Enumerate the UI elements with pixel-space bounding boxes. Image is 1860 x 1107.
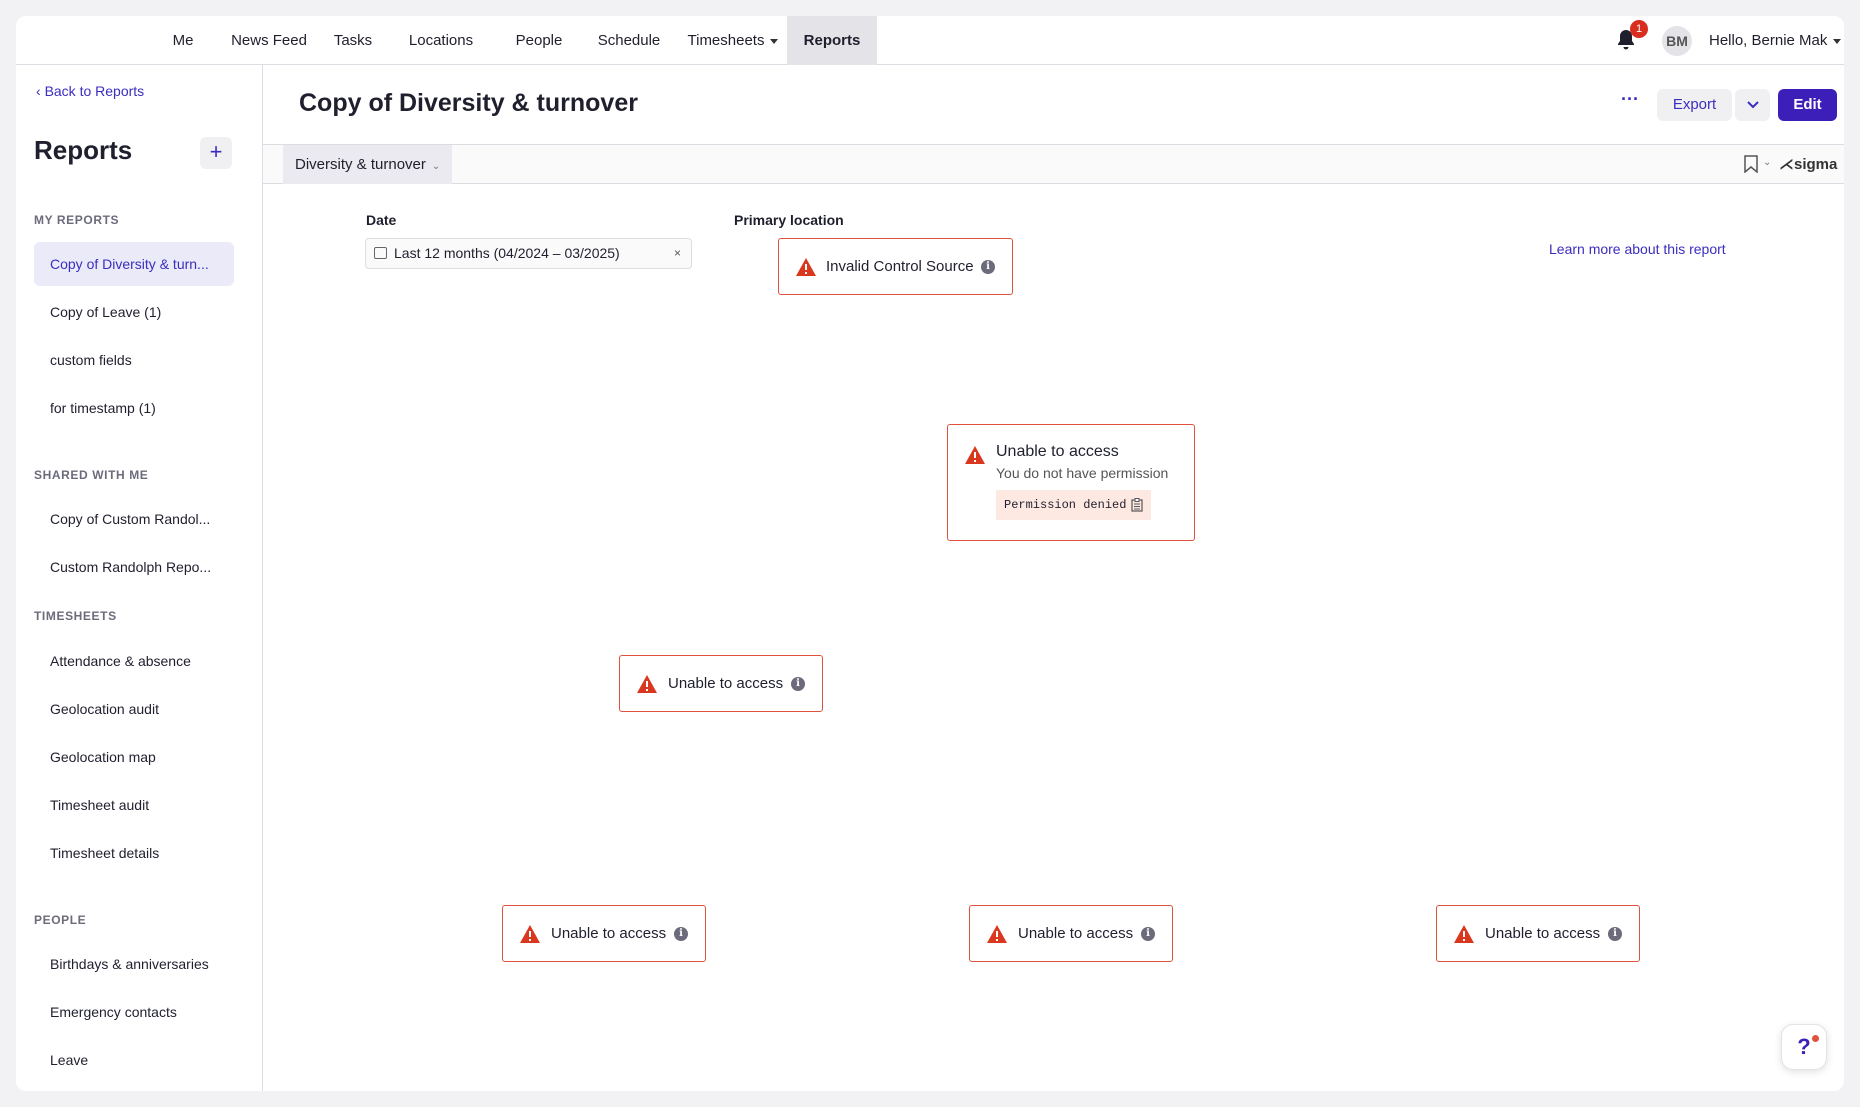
nav-news-feed[interactable]: News Feed bbox=[219, 16, 319, 65]
sidebar-item-copy-diversity[interactable]: Copy of Diversity & turn... bbox=[34, 242, 234, 286]
notification-badge: 1 bbox=[1630, 20, 1648, 38]
error-text: Invalid Control Source bbox=[826, 258, 974, 275]
sidebar-item-emergency-contacts[interactable]: Emergency contacts bbox=[34, 990, 234, 1034]
permission-denied-code: Permission denied bbox=[996, 490, 1151, 520]
chevron-down-icon: ⌄ bbox=[431, 161, 441, 172]
warning-icon bbox=[987, 925, 1007, 943]
warning-icon bbox=[796, 258, 816, 276]
clipboard-icon[interactable] bbox=[1131, 498, 1143, 512]
avatar[interactable]: BM bbox=[1662, 26, 1692, 56]
warning-icon bbox=[1454, 925, 1474, 943]
chevron-down-icon bbox=[1746, 101, 1759, 109]
date-control-label: Date bbox=[366, 212, 397, 228]
export-button[interactable]: Export bbox=[1657, 89, 1732, 121]
section-shared-with-me: SHARED WITH ME bbox=[34, 468, 149, 482]
date-range-input[interactable]: Last 12 months (04/2024 – 03/2025) × bbox=[365, 238, 692, 269]
nav-timesheets[interactable]: Timesheets bbox=[678, 16, 788, 65]
error-text: Unable to access bbox=[668, 675, 784, 692]
sidebar-item-attendance[interactable]: Attendance & absence bbox=[34, 639, 234, 683]
location-control-label: Primary location bbox=[734, 212, 844, 228]
help-button[interactable]: ? bbox=[1781, 1024, 1827, 1070]
error-text: Unable to access bbox=[1018, 925, 1134, 942]
warning-icon bbox=[637, 675, 657, 693]
app-window: Me News Feed Tasks Locations People Sche… bbox=[16, 16, 1844, 1091]
nav-tasks[interactable]: Tasks bbox=[323, 16, 383, 65]
edit-button[interactable]: Edit bbox=[1778, 89, 1837, 121]
sidebar-item-custom-fields[interactable]: custom fields bbox=[34, 338, 234, 382]
nav-me[interactable]: Me bbox=[153, 16, 213, 65]
sigma-logo: ⋌sigma bbox=[1779, 156, 1838, 173]
info-icon[interactable]: i bbox=[1608, 927, 1622, 941]
sidebar-item-birthdays[interactable]: Birthdays & anniversaries bbox=[34, 942, 234, 986]
chevron-down-icon bbox=[770, 38, 779, 44]
unable-access-error: Unable to access i bbox=[1436, 905, 1640, 962]
add-report-button[interactable]: + bbox=[200, 137, 232, 169]
permission-error-card: Unable to access You do not have permiss… bbox=[947, 424, 1195, 541]
sidebar-item-copy-custom-randolph[interactable]: Copy of Custom Randol... bbox=[34, 497, 234, 541]
report-main: Copy of Diversity & turnover ··· Export … bbox=[263, 65, 1844, 1091]
section-timesheets: TIMESHEETS bbox=[34, 609, 117, 623]
tab-diversity-turnover[interactable]: Diversity & turnover ⌄ bbox=[283, 145, 453, 184]
unable-access-error: Unable to access i bbox=[502, 905, 706, 962]
report-tab-bar: Diversity & turnover ⌄ ⌄ ⋌sigma bbox=[263, 144, 1844, 184]
more-options-button[interactable]: ··· bbox=[1615, 87, 1645, 117]
top-navigation: Me News Feed Tasks Locations People Sche… bbox=[16, 16, 1844, 65]
warning-icon bbox=[520, 925, 540, 943]
error-subtitle: You do not have permission bbox=[996, 465, 1169, 481]
help-notification-dot bbox=[1812, 1035, 1819, 1042]
sidebar-item-custom-randolph[interactable]: Custom Randolph Repo... bbox=[34, 545, 234, 589]
sidebar-title: Reports bbox=[34, 135, 133, 165]
calendar-icon bbox=[374, 247, 387, 259]
chevron-down-icon[interactable]: ⌄ bbox=[1763, 157, 1771, 168]
sidebar-item-geolocation-audit[interactable]: Geolocation audit bbox=[34, 687, 234, 731]
unable-access-error: Unable to access i bbox=[619, 655, 823, 712]
section-my-reports: MY REPORTS bbox=[34, 213, 120, 227]
nav-locations[interactable]: Locations bbox=[396, 16, 486, 65]
info-icon[interactable]: i bbox=[981, 260, 995, 274]
info-icon[interactable]: i bbox=[1141, 927, 1155, 941]
user-menu[interactable]: Hello, Bernie Mak bbox=[1709, 16, 1842, 65]
warning-icon bbox=[965, 446, 985, 464]
error-title: Unable to access bbox=[996, 443, 1119, 460]
unable-access-error: Unable to access i bbox=[969, 905, 1173, 962]
reports-sidebar: ‹ Back to Reports Reports + MY REPORTS C… bbox=[16, 65, 263, 1091]
back-to-reports-link[interactable]: ‹ Back to Reports bbox=[36, 83, 144, 99]
bookmark-icon[interactable] bbox=[1744, 155, 1758, 173]
info-icon[interactable]: i bbox=[791, 677, 805, 691]
page-title: Copy of Diversity & turnover bbox=[299, 89, 638, 117]
section-people: PEOPLE bbox=[34, 913, 87, 927]
sidebar-item-copy-leave[interactable]: Copy of Leave (1) bbox=[34, 290, 234, 334]
clear-date-button[interactable]: × bbox=[674, 239, 681, 268]
sidebar-item-leave[interactable]: Leave bbox=[34, 1038, 234, 1082]
sidebar-item-timesheet-details[interactable]: Timesheet details bbox=[34, 831, 234, 875]
error-text: Unable to access bbox=[1485, 925, 1601, 942]
nav-timesheets-label: Timesheets bbox=[687, 32, 765, 49]
info-icon[interactable]: i bbox=[674, 927, 688, 941]
export-dropdown-button[interactable] bbox=[1735, 89, 1770, 121]
chevron-down-icon bbox=[1833, 38, 1842, 44]
greeting-text: Hello, Bernie Mak bbox=[1709, 32, 1828, 49]
nav-reports[interactable]: Reports bbox=[787, 16, 877, 65]
nav-schedule[interactable]: Schedule bbox=[584, 16, 674, 65]
nav-people[interactable]: People bbox=[496, 16, 582, 65]
chevron-left-icon: ‹ bbox=[36, 83, 45, 99]
sidebar-item-timesheet-audit[interactable]: Timesheet audit bbox=[34, 783, 234, 827]
sigma-mark-icon: ⋌ bbox=[1779, 156, 1794, 173]
sidebar-item-geolocation-map[interactable]: Geolocation map bbox=[34, 735, 234, 779]
sidebar-item-for-timestamp[interactable]: for timestamp (1) bbox=[34, 386, 234, 430]
learn-more-link[interactable]: Learn more about this report bbox=[1549, 241, 1726, 257]
invalid-control-error: Invalid Control Source i bbox=[778, 238, 1013, 295]
error-text: Unable to access bbox=[551, 925, 667, 942]
